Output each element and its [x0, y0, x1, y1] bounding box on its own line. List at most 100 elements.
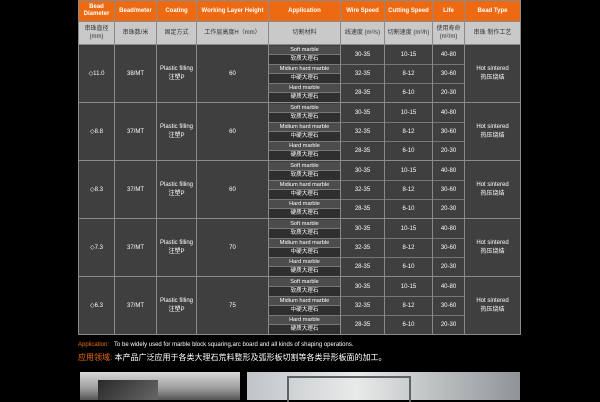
- cell-bead-type: Hot sintered 热压烧结: [464, 44, 521, 103]
- product-photo-right: [247, 372, 520, 402]
- application-material-cn: 硬质大理石: [269, 93, 340, 102]
- cell-coating: Plastic filling 注塑P: [156, 160, 197, 219]
- table-row: ◇11.0 38/MT Plastic filling 注塑P 60 Soft marbl…: [78, 44, 521, 103]
- bead-diameter-value: ◇6.3: [90, 303, 103, 309]
- cell-cutting-speed: 10-15 8-12 6-10: [384, 218, 433, 277]
- header-bead-type: Bead Type: [464, 0, 521, 22]
- header-row-cn: 串珠直径 (mm) 串珠数/米 固定方式 工作层高度H（mm） 切割材料 线速度…: [78, 21, 521, 45]
- cell-bead-meter: 37/MT: [114, 160, 157, 219]
- table-row: ◇8.3 37/MT Plastic filling 注塑P 60 Soft marble…: [78, 160, 521, 219]
- cell-life: 40-80 30-60 20-30: [432, 218, 465, 277]
- cutting-speed-value: 6-10: [402, 263, 415, 270]
- life-value: 30-60: [433, 123, 464, 142]
- header-cutting-speed: Cutting Speed: [384, 0, 433, 22]
- table-row: ◇8.8 37/MT Plastic filling 注塑P 60 Soft marble…: [78, 102, 521, 161]
- table-row: ◇6.3 37/MT Plastic filling 注塑P 75 Soft marble…: [78, 276, 521, 335]
- wire-speed-value: 30-35: [341, 104, 384, 123]
- application-material-cn: 软质大理石: [269, 55, 340, 65]
- cell-life: 40-80 30-60 20-30: [432, 160, 465, 219]
- application-text-en: To be widely used for marble block squar…: [114, 342, 354, 348]
- application-label-en: Application:: [78, 342, 110, 348]
- application-material-en: Soft marble: [269, 161, 340, 171]
- cell-bead-meter: 38/MT: [114, 44, 157, 103]
- header-cn-bead-type: 串珠 制作工艺: [464, 21, 521, 45]
- cell-wire-speed: 30-35 32-35 28-35: [340, 160, 385, 219]
- cutting-speed-value: 6-10: [402, 147, 415, 154]
- header-wire-speed: Wire Speed: [340, 0, 385, 22]
- application-material-cn: 中硬大理石: [269, 306, 340, 316]
- spec-table-body: ◇11.0 38/MT Plastic filling 注塑P 60 Soft marbl…: [78, 44, 521, 335]
- life-value: 20-30: [440, 147, 457, 154]
- header-cn-bead-diameter: 串珠直径 (mm): [78, 21, 115, 45]
- cutting-speed-value: 6-10: [402, 89, 415, 96]
- bead-diameter-value: ◇8.3: [90, 187, 103, 193]
- bead-meter-value: 38/MT: [126, 70, 144, 77]
- life-value: 40-80: [433, 104, 464, 123]
- cell-wire-speed: 30-35 32-35 28-35: [340, 276, 385, 335]
- cutting-speed-value: 8-12: [385, 123, 432, 142]
- life-value: 40-80: [433, 162, 464, 181]
- life-value: 40-80: [433, 46, 464, 65]
- application-note-en: Application: To be widely used for marbl…: [78, 342, 598, 348]
- cell-working-layer-height: 75: [196, 276, 269, 335]
- cell-bead-meter: 37/MT: [114, 276, 157, 335]
- cutting-speed-value: 8-12: [385, 297, 432, 316]
- application-material-en: Midium hard marble: [269, 238, 340, 248]
- cutting-speed-value: 10-15: [385, 278, 432, 297]
- cutting-speed-value: 8-12: [385, 65, 432, 84]
- cutting-speed-value: 6-10: [402, 205, 415, 212]
- cell-cutting-speed: 10-15 8-12 6-10: [384, 160, 433, 219]
- application-material-cn: 硬质大理石: [269, 151, 340, 160]
- header-cn-wire-speed: 线速度 (m²/s): [340, 21, 385, 45]
- bead-meter-value: 37/MT: [126, 128, 144, 135]
- wire-speed-value: 28-35: [354, 205, 371, 212]
- cell-working-layer-height: 60: [196, 160, 269, 219]
- cell-wire-speed: 30-35 32-35 28-35: [340, 218, 385, 277]
- cell-life: 40-80 30-60 20-30: [432, 44, 465, 103]
- wire-speed-value: 32-35: [341, 123, 384, 142]
- bead-type-cn-value: 热压烧结: [480, 75, 505, 81]
- application-label-cn: 应用领域:: [78, 353, 113, 362]
- cell-bead-type: Hot sintered 热压烧结: [464, 218, 521, 277]
- life-value: 40-80: [433, 278, 464, 297]
- header-row-en: Bead Diameter Bead/meter Coating Working…: [78, 0, 521, 22]
- coating-cn-value: 注塑P: [168, 133, 185, 139]
- life-value: 30-60: [433, 297, 464, 316]
- wire-speed-value: 30-35: [341, 278, 384, 297]
- coating-cn-value: 注塑P: [168, 191, 185, 197]
- working-layer-height-value: 70: [229, 244, 236, 251]
- cutting-speed-value: 10-15: [385, 162, 432, 181]
- application-material-cn: 中硬大理石: [269, 132, 340, 142]
- application-material-cn: 软质大理石: [269, 229, 340, 239]
- spec-table: Bead Diameter Bead/meter Coating Working…: [78, 0, 521, 335]
- cell-application: Soft marble 软质大理石 Midium hard marble 中硬大理石 H…: [268, 160, 341, 219]
- cell-working-layer-height: 60: [196, 44, 269, 103]
- header-application: Application: [268, 0, 341, 22]
- cell-wire-speed: 30-35 32-35 28-35: [340, 44, 385, 103]
- working-layer-height-value: 60: [229, 128, 236, 135]
- coating-cn-value: 注塑P: [168, 307, 185, 313]
- cell-life: 40-80 30-60 20-30: [432, 276, 465, 335]
- header-cn-coating: 固定方式: [156, 21, 197, 45]
- cutting-speed-value: 6-10: [402, 321, 415, 328]
- application-material-en: Hard marble: [269, 141, 340, 151]
- cell-coating: Plastic filling 注塑P: [156, 44, 197, 103]
- application-material-cn: 中硬大理石: [269, 248, 340, 258]
- header-cn-bead-meter: 串珠数/米: [114, 21, 157, 45]
- application-material-en: Hard marble: [269, 315, 340, 325]
- product-photo-left: [80, 372, 240, 400]
- header-bead-meter: Bead/meter: [114, 0, 157, 22]
- life-value: 30-60: [433, 65, 464, 84]
- application-material-cn: 软质大理石: [269, 171, 340, 181]
- cell-bead-diameter: ◇11.0: [78, 44, 115, 103]
- cell-bead-diameter: ◇7.3: [78, 218, 115, 277]
- working-layer-height-value: 60: [229, 70, 236, 77]
- application-material-en: Soft marble: [269, 103, 340, 113]
- cell-bead-type: Hot sintered 热压烧结: [464, 276, 521, 335]
- life-value: 20-30: [440, 263, 457, 270]
- cell-cutting-speed: 10-15 8-12 6-10: [384, 102, 433, 161]
- cell-coating: Plastic filling 注塑P: [156, 102, 197, 161]
- application-material-en: Midium hard marble: [269, 180, 340, 190]
- application-material-cn: 软质大理石: [269, 113, 340, 123]
- bead-type-cn-value: 热压烧结: [480, 133, 505, 139]
